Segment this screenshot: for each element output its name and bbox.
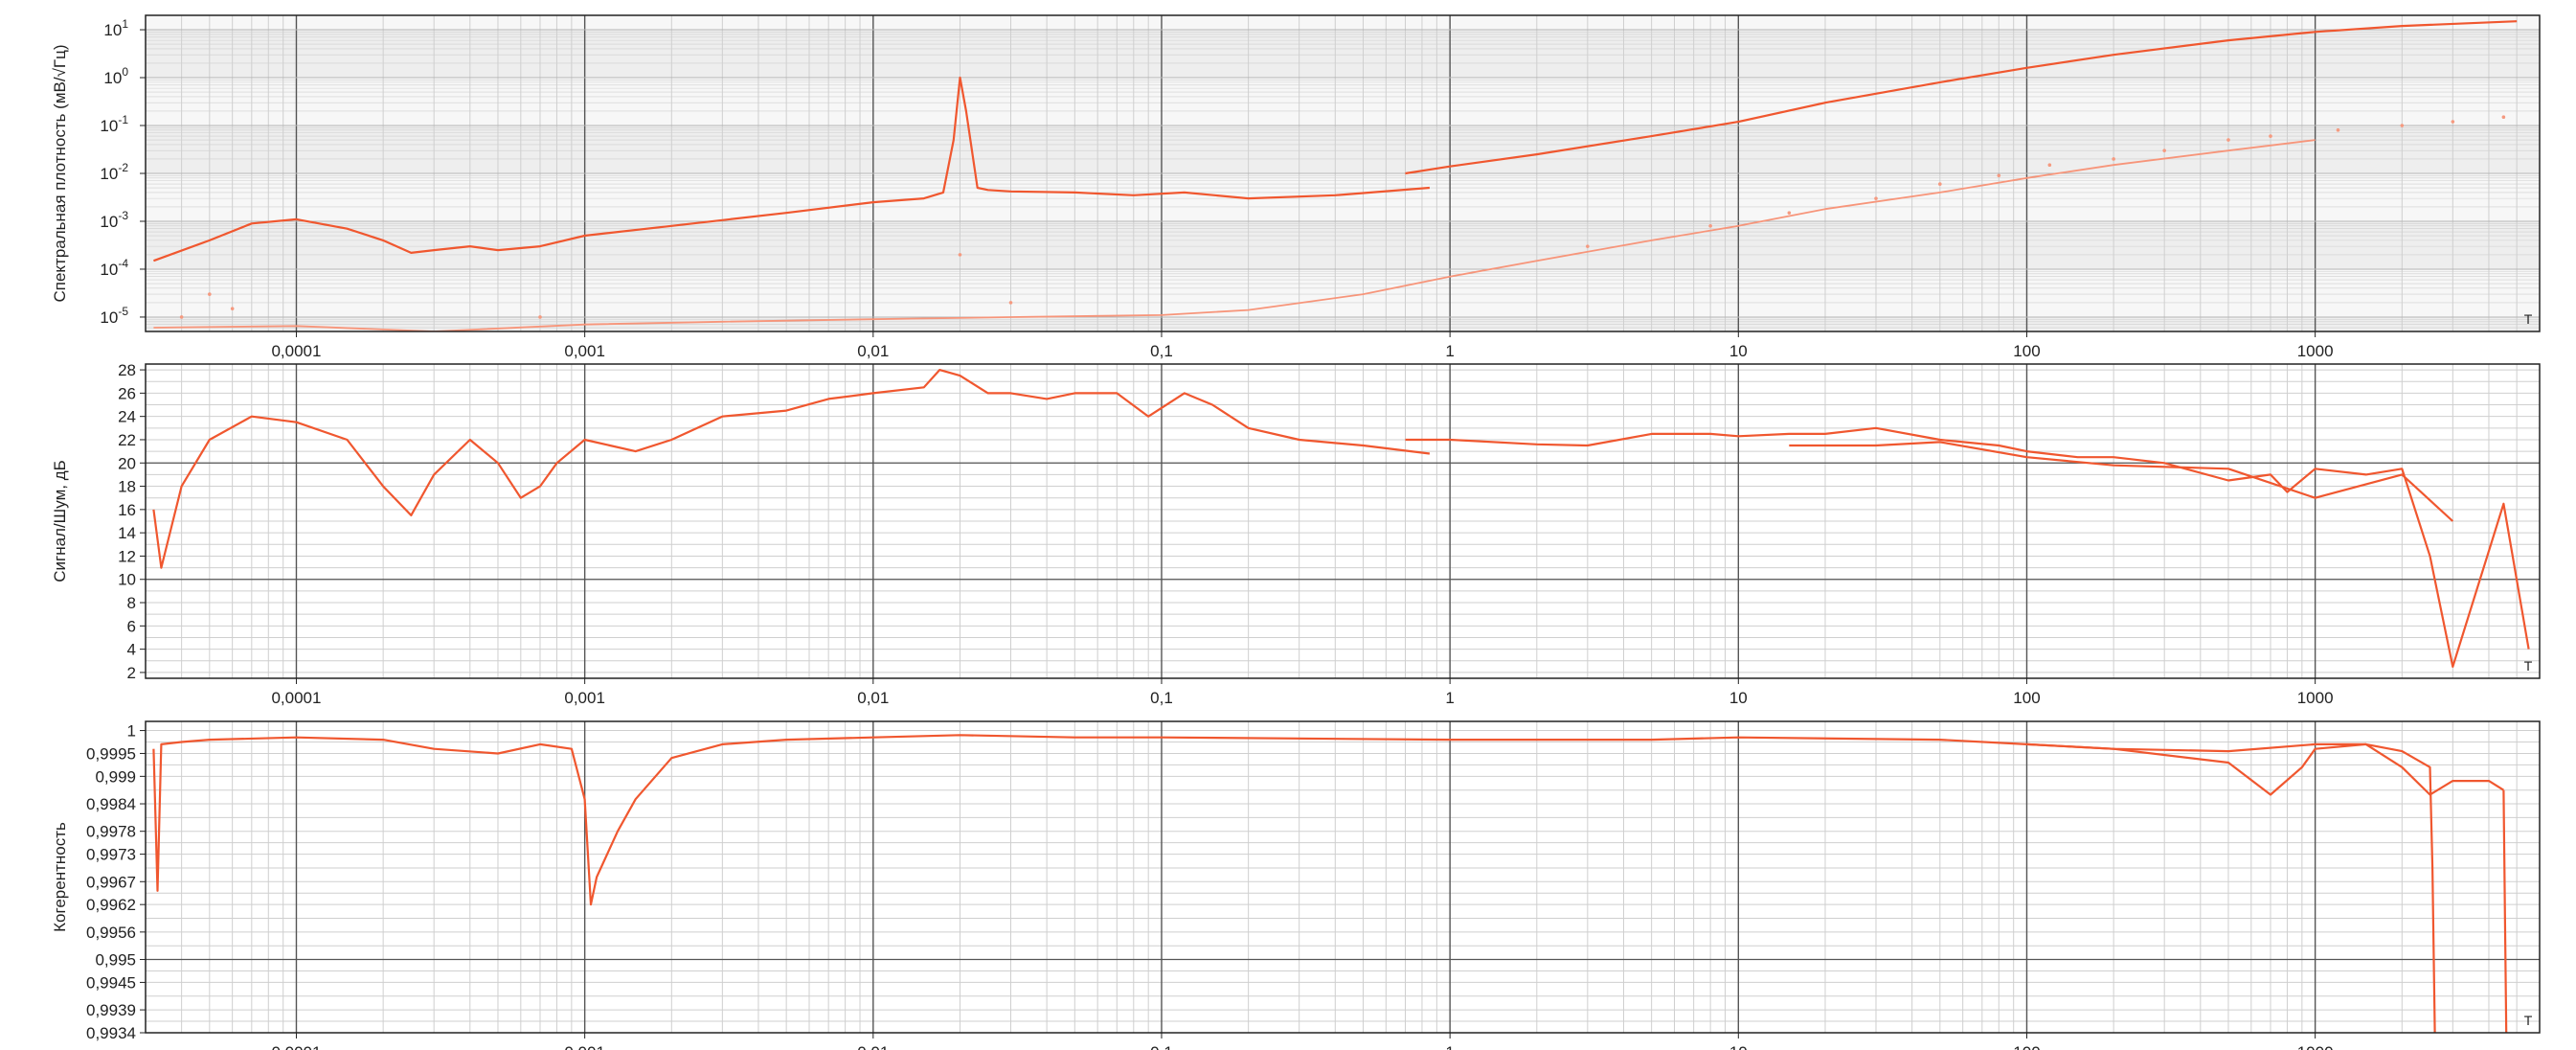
corner-marker-label: T bbox=[2524, 311, 2533, 327]
y-tick-label: 0,9995 bbox=[86, 744, 136, 763]
data-point bbox=[2047, 163, 2052, 167]
x-tick-label: 1 bbox=[1445, 689, 1454, 707]
x-tick-label: 0,01 bbox=[857, 689, 889, 707]
x-tick-label: 100 bbox=[2013, 342, 2040, 360]
y-tick-label: 8 bbox=[127, 594, 136, 612]
x-tick-label: 0,0001 bbox=[271, 1043, 321, 1050]
data-point bbox=[538, 315, 542, 319]
data-point bbox=[1787, 211, 1792, 215]
coherence-panel: 0,0001 0,001 0,01 0,1 1 10 100 1000 0,9934 0,9939… bbox=[51, 720, 2541, 1050]
y-tick-label: 12 bbox=[118, 547, 136, 565]
x-tick-label: 0,01 bbox=[857, 342, 889, 360]
x-tick-label: 10 bbox=[1729, 689, 1748, 707]
y-tick-label: 28 bbox=[118, 361, 136, 379]
x-tick-label: 0,001 bbox=[564, 1043, 605, 1050]
y-tick-label: 0,9934 bbox=[86, 1024, 136, 1042]
x-tick-label: 0,0001 bbox=[271, 342, 321, 360]
snr-panel: 0,0001 0,001 0,01 0,1 1 10 100 1000246810121416… bbox=[51, 361, 2541, 707]
data-point bbox=[1586, 244, 1590, 248]
x-tick-label: 1 bbox=[1445, 1043, 1454, 1050]
data-point bbox=[1008, 301, 1013, 305]
y-tick-label: 10-1 bbox=[100, 113, 128, 135]
y-tick-label: 0,9939 bbox=[86, 1001, 136, 1019]
y-tick-label: 10-4 bbox=[100, 257, 128, 279]
data-point bbox=[1938, 182, 1942, 186]
y-tick-label: 0,999 bbox=[95, 767, 136, 786]
y-tick-label: 0,9973 bbox=[86, 846, 136, 864]
decade-band bbox=[146, 15, 2540, 31]
y-tick-label: 10-3 bbox=[100, 209, 128, 231]
y-tick-label: 0,9956 bbox=[86, 924, 136, 942]
y-tick-label: 10-2 bbox=[100, 161, 128, 183]
x-tick-label: 0,1 bbox=[1150, 342, 1173, 360]
data-point bbox=[958, 253, 962, 257]
y-tick-label: 16 bbox=[118, 501, 136, 519]
corner-marker-label: T bbox=[2524, 658, 2533, 673]
y-axis-label: Сигнал/Шум, дБ bbox=[51, 460, 69, 582]
x-tick-label: 0,1 bbox=[1150, 1043, 1173, 1050]
y-tick-label: 0,9978 bbox=[86, 823, 136, 841]
data-point bbox=[2451, 120, 2455, 124]
y-tick-label: 1 bbox=[127, 722, 136, 741]
y-tick-label: 101 bbox=[103, 17, 128, 39]
data-point bbox=[2226, 138, 2230, 142]
data-point bbox=[230, 307, 235, 310]
x-tick-label: 1000 bbox=[2297, 689, 2334, 707]
y-tick-label: 14 bbox=[118, 524, 136, 542]
data-point bbox=[179, 315, 184, 319]
y-tick-label: 18 bbox=[118, 478, 136, 496]
y-tick-label: 24 bbox=[118, 408, 136, 426]
y-axis-label: Когерентность bbox=[51, 822, 69, 932]
x-tick-label: 0,001 bbox=[564, 689, 605, 707]
x-tick-label: 1000 bbox=[2297, 342, 2334, 360]
data-point bbox=[2501, 115, 2506, 120]
x-tick-label: 0,001 bbox=[564, 342, 605, 360]
x-tick-label: 0,0001 bbox=[271, 689, 321, 707]
y-tick-label: 2 bbox=[127, 664, 136, 682]
data-point bbox=[2269, 134, 2272, 138]
y-tick-label: 100 bbox=[103, 65, 128, 87]
y-tick-label: 22 bbox=[118, 431, 136, 449]
y-axis-label: Спектральная плотность (мВ/√Гц) bbox=[51, 44, 69, 302]
x-tick-label: 100 bbox=[2013, 689, 2040, 707]
data-point bbox=[2400, 124, 2405, 127]
y-tick-label: 0,9962 bbox=[86, 896, 136, 914]
y-tick-label: 20 bbox=[118, 454, 136, 472]
y-tick-label: 10-5 bbox=[100, 305, 128, 327]
x-tick-label: 100 bbox=[2013, 1043, 2040, 1050]
y-tick-label: 0,9984 bbox=[86, 795, 136, 813]
y-tick-label: 0,9945 bbox=[86, 973, 136, 992]
x-tick-label: 1000 bbox=[2297, 1043, 2334, 1050]
y-tick-label: 6 bbox=[127, 617, 136, 635]
x-tick-label: 0,1 bbox=[1150, 689, 1173, 707]
x-tick-label: 10 bbox=[1729, 1043, 1748, 1050]
x-tick-label: 10 bbox=[1729, 342, 1748, 360]
data-point bbox=[2112, 157, 2115, 161]
y-tick-label: 0,995 bbox=[95, 951, 136, 970]
spectral-analysis-figure: 0,0001 0,001 0,01 0,1 1 10 100 1000 10-5 10-4 10-3… bbox=[51, 14, 2541, 1050]
y-tick-label: 26 bbox=[118, 384, 136, 402]
x-tick-label: 1 bbox=[1445, 342, 1454, 360]
data-point bbox=[2336, 128, 2340, 132]
corner-marker-label: T bbox=[2524, 1013, 2533, 1028]
y-tick-label: 0,9967 bbox=[86, 873, 136, 891]
spectral-density-panel: 0,0001 0,001 0,01 0,1 1 10 100 1000 10-5 10-4 10-3… bbox=[51, 14, 2541, 360]
data-point bbox=[2162, 148, 2166, 152]
y-tick-label: 10 bbox=[118, 571, 136, 589]
data-point bbox=[1708, 224, 1712, 228]
data-point bbox=[1997, 173, 2001, 178]
data-point bbox=[208, 292, 212, 296]
x-tick-label: 0,01 bbox=[857, 1043, 889, 1050]
plot-area bbox=[146, 721, 2540, 1033]
data-point bbox=[1874, 196, 1878, 200]
y-tick-label: 4 bbox=[127, 641, 136, 659]
